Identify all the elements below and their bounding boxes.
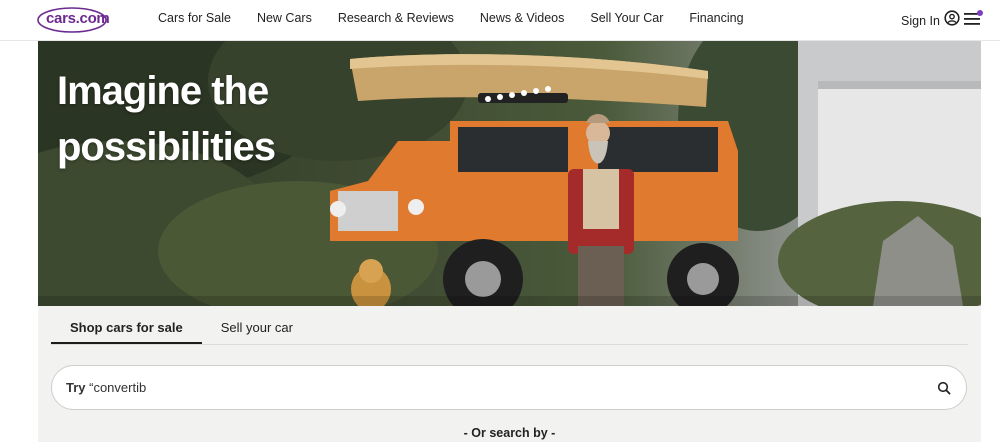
nav-new-cars[interactable]: New Cars xyxy=(257,11,312,25)
sign-in-button[interactable]: Sign In xyxy=(901,10,960,31)
or-search-by-label: - Or search by - xyxy=(463,426,556,440)
search-tabs: Shop cars for sale Sell your car xyxy=(51,320,312,345)
tab-sell-your-car[interactable]: Sell your car xyxy=(202,320,312,345)
main-nav: Cars for Sale New Cars Research & Review… xyxy=(158,11,770,25)
hero-title-line2: possibilities xyxy=(57,125,276,169)
search-panel: Shop cars for sale Sell your car Try “co… xyxy=(38,306,981,442)
sign-in-label: Sign In xyxy=(901,13,940,28)
nav-sell-your-car[interactable]: Sell Your Car xyxy=(590,11,663,25)
site-header: cars.com Cars for Sale New Cars Research… xyxy=(0,0,1000,41)
notification-dot xyxy=(977,10,983,16)
hero-title: Imagine the possibilities xyxy=(57,63,297,175)
nav-news-videos[interactable]: News & Videos xyxy=(480,11,565,25)
search-icon[interactable] xyxy=(937,381,951,395)
search-input[interactable]: Try “convertib xyxy=(51,365,967,410)
hero-banner: Imagine the possibilities xyxy=(38,41,981,306)
search-placeholder: Try “convertib xyxy=(66,380,146,395)
nav-cars-for-sale[interactable]: Cars for Sale xyxy=(158,11,231,25)
hero-title-line1: Imagine the xyxy=(57,69,269,113)
logo-text: cars.com xyxy=(46,10,110,27)
nav-research-reviews[interactable]: Research & Reviews xyxy=(338,11,454,25)
search-prefix: Try xyxy=(66,380,86,395)
tab-divider xyxy=(51,344,968,345)
tab-shop-cars-for-sale[interactable]: Shop cars for sale xyxy=(51,320,202,345)
cars-com-logo[interactable]: cars.com xyxy=(37,5,110,33)
search-query: “convertib xyxy=(85,380,147,395)
hamburger-menu-icon[interactable] xyxy=(963,10,983,28)
user-circle-icon xyxy=(944,10,960,31)
nav-financing[interactable]: Financing xyxy=(689,11,743,25)
